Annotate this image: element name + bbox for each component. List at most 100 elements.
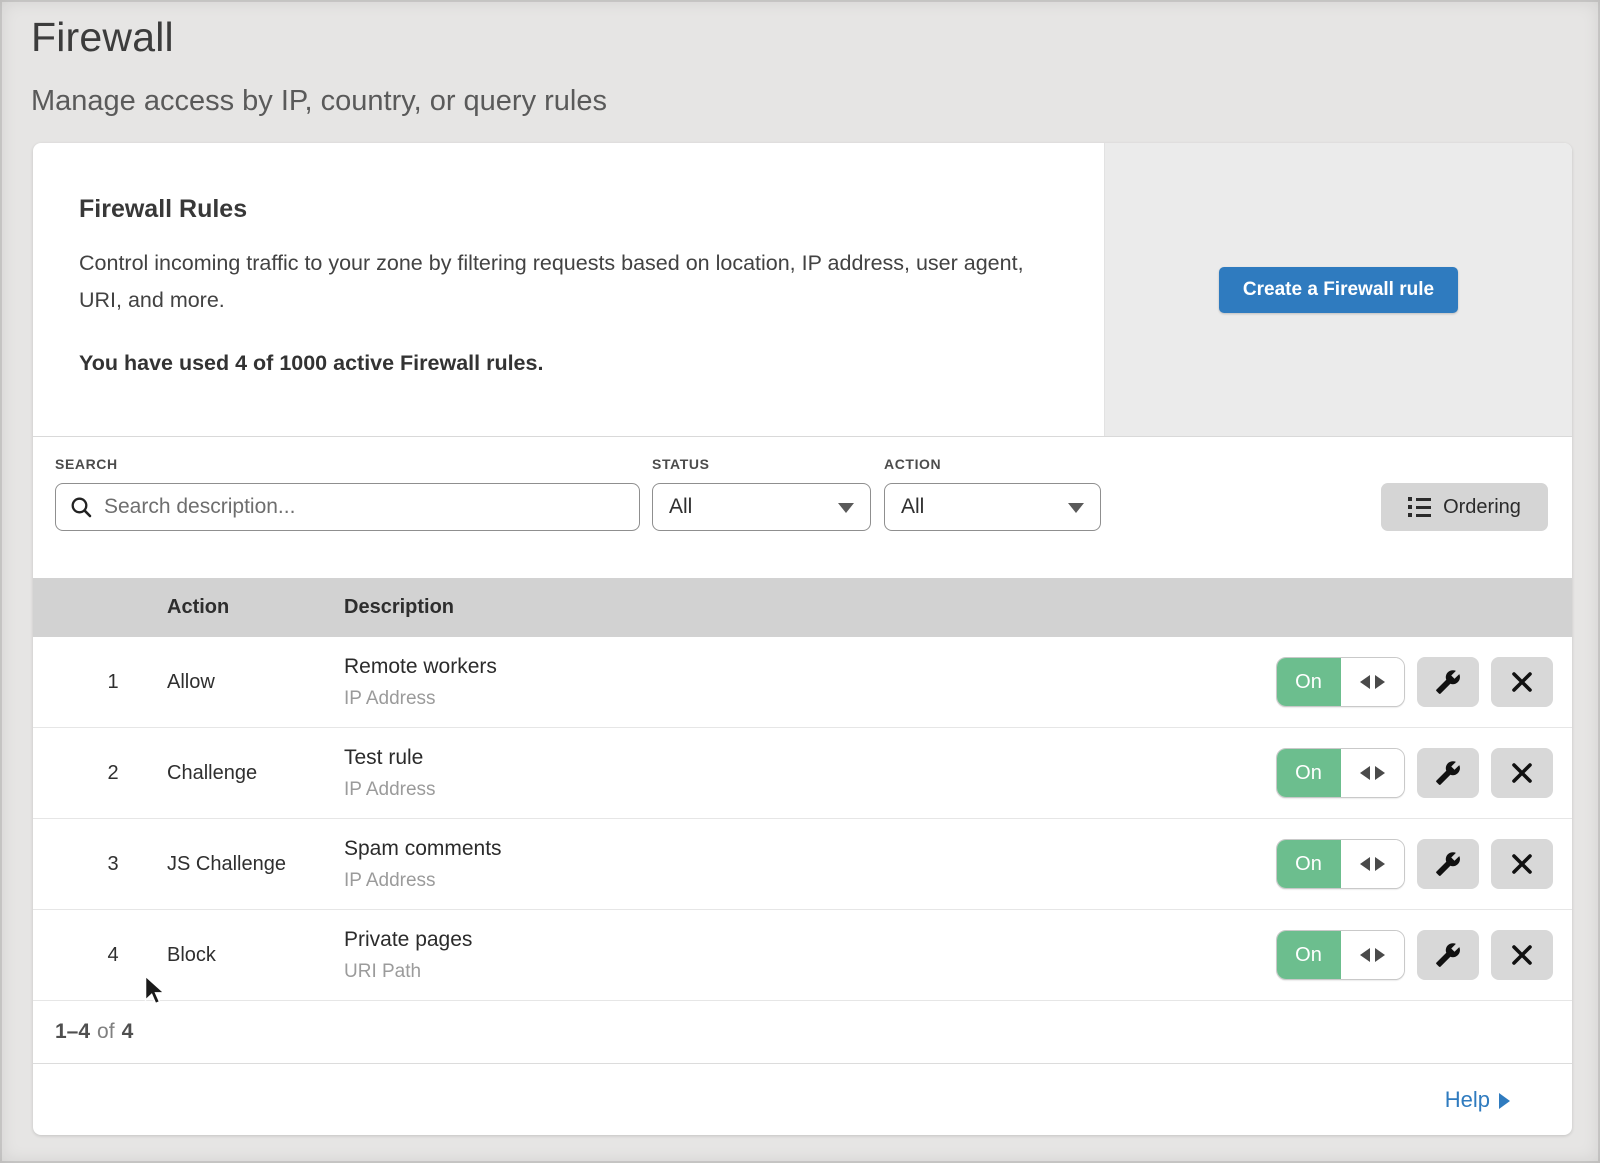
action-filter-group: ACTION All <box>884 456 1101 578</box>
intro-section: Firewall Rules Control incoming traffic … <box>33 143 1572 437</box>
rule-description-cell: Private pages URI Path <box>344 928 1276 983</box>
close-icon <box>1510 943 1534 967</box>
rule-field: IP Address <box>344 688 1276 710</box>
action-column-header: Action <box>167 596 344 619</box>
intro-text-panel: Firewall Rules Control incoming traffic … <box>33 143 1105 436</box>
toggle-on-label: On <box>1276 748 1341 798</box>
help-link-label: Help <box>1445 1087 1490 1113</box>
toggle-handle <box>1341 658 1404 706</box>
toggle-handle <box>1341 749 1404 797</box>
arrow-right-icon <box>1375 857 1385 871</box>
rule-enabled-toggle[interactable]: On <box>1276 657 1405 707</box>
status-select[interactable]: All <box>652 483 871 531</box>
edit-rule-button[interactable] <box>1417 839 1479 889</box>
create-firewall-rule-button[interactable]: Create a Firewall rule <box>1219 267 1458 313</box>
rule-description-cell: Test rule IP Address <box>344 746 1276 801</box>
arrow-left-icon <box>1360 766 1370 780</box>
wrench-icon <box>1435 669 1461 695</box>
arrow-right-icon <box>1375 675 1385 689</box>
table-row: 4 Block Private pages URI Path On <box>33 910 1572 1001</box>
action-select[interactable]: All <box>884 483 1101 531</box>
delete-rule-button[interactable] <box>1491 839 1553 889</box>
delete-rule-button[interactable] <box>1491 930 1553 980</box>
rule-enabled-toggle[interactable]: On <box>1276 839 1405 889</box>
status-selected-value: All <box>669 495 692 519</box>
caret-right-icon <box>1499 1093 1510 1109</box>
rule-controls: On <box>1276 839 1572 889</box>
arrow-right-icon <box>1375 766 1385 780</box>
rule-priority: 3 <box>33 853 167 876</box>
rule-field: IP Address <box>344 779 1276 801</box>
delete-rule-button[interactable] <box>1491 748 1553 798</box>
chevron-down-icon <box>838 503 854 513</box>
pagination-bar: 1–4 of 4 <box>33 1001 1572 1064</box>
arrow-left-icon <box>1360 948 1370 962</box>
wrench-icon <box>1435 851 1461 877</box>
page-title: Firewall <box>31 14 1600 61</box>
rule-action: Challenge <box>167 762 344 785</box>
firewall-rules-card: Firewall Rules Control incoming traffic … <box>33 143 1572 1135</box>
wrench-icon <box>1435 942 1461 968</box>
toggle-on-label: On <box>1276 657 1341 707</box>
toggle-handle <box>1341 931 1404 979</box>
rule-description: Private pages <box>344 928 1276 952</box>
arrow-left-icon <box>1360 857 1370 871</box>
table-row: 1 Allow Remote workers IP Address On <box>33 637 1572 728</box>
status-label: STATUS <box>652 456 871 472</box>
rule-description: Remote workers <box>344 655 1276 679</box>
section-description: Control incoming traffic to your zone by… <box>79 245 1029 319</box>
table-row: 2 Challenge Test rule IP Address On <box>33 728 1572 819</box>
description-column-header: Description <box>344 596 1572 619</box>
toggle-on-label: On <box>1276 839 1341 889</box>
rule-description-cell: Remote workers IP Address <box>344 655 1276 710</box>
close-icon <box>1510 670 1534 694</box>
help-link[interactable]: Help <box>1445 1087 1510 1113</box>
rule-enabled-toggle[interactable]: On <box>1276 748 1405 798</box>
search-label: SEARCH <box>55 456 640 472</box>
rule-description: Spam comments <box>344 837 1276 861</box>
close-icon <box>1510 761 1534 785</box>
table-row: 3 JS Challenge Spam comments IP Address … <box>33 819 1572 910</box>
ordered-list-icon <box>1408 497 1431 517</box>
rule-field: URI Path <box>344 961 1276 983</box>
toggle-on-label: On <box>1276 930 1341 980</box>
edit-rule-button[interactable] <box>1417 748 1479 798</box>
toggle-handle <box>1341 840 1404 888</box>
rule-priority: 2 <box>33 762 167 785</box>
delete-rule-button[interactable] <box>1491 657 1553 707</box>
ordering-button[interactable]: Ordering <box>1381 483 1548 531</box>
ordering-button-label: Ordering <box>1443 496 1521 519</box>
close-icon <box>1510 852 1534 876</box>
usage-summary: You have used 4 of 1000 active Firewall … <box>79 351 1044 376</box>
rule-description: Test rule <box>344 746 1276 770</box>
help-bar: Help <box>33 1064 1572 1135</box>
create-rule-panel: Create a Firewall rule <box>1105 143 1572 436</box>
page-subtitle: Manage access by IP, country, or query r… <box>31 85 1600 118</box>
search-input[interactable] <box>55 483 640 531</box>
status-filter-group: STATUS All <box>652 456 871 578</box>
action-label: ACTION <box>884 456 1101 472</box>
action-selected-value: All <box>901 495 924 519</box>
search-filter-group: SEARCH <box>55 456 640 578</box>
section-heading: Firewall Rules <box>79 195 1044 224</box>
filter-bar: SEARCH STATUS All ACTION All <box>33 437 1572 578</box>
pagination-total: 4 <box>122 1020 134 1044</box>
rule-controls: On <box>1276 930 1572 980</box>
edit-rule-button[interactable] <box>1417 657 1479 707</box>
page-header: Firewall Manage access by IP, country, o… <box>0 0 1600 118</box>
wrench-icon <box>1435 760 1461 786</box>
rule-enabled-toggle[interactable]: On <box>1276 930 1405 980</box>
rule-priority: 4 <box>33 944 167 967</box>
table-header: Action Description <box>33 578 1572 637</box>
rule-priority: 1 <box>33 671 167 694</box>
rule-field: IP Address <box>344 870 1276 892</box>
rule-action: JS Challenge <box>167 853 344 876</box>
pagination-of: of <box>97 1020 115 1044</box>
edit-rule-button[interactable] <box>1417 930 1479 980</box>
rule-action: Block <box>167 944 344 967</box>
arrow-right-icon <box>1375 948 1385 962</box>
search-icon <box>70 496 93 524</box>
rule-controls: On <box>1276 657 1572 707</box>
chevron-down-icon <box>1068 503 1084 513</box>
search-box <box>55 483 640 531</box>
